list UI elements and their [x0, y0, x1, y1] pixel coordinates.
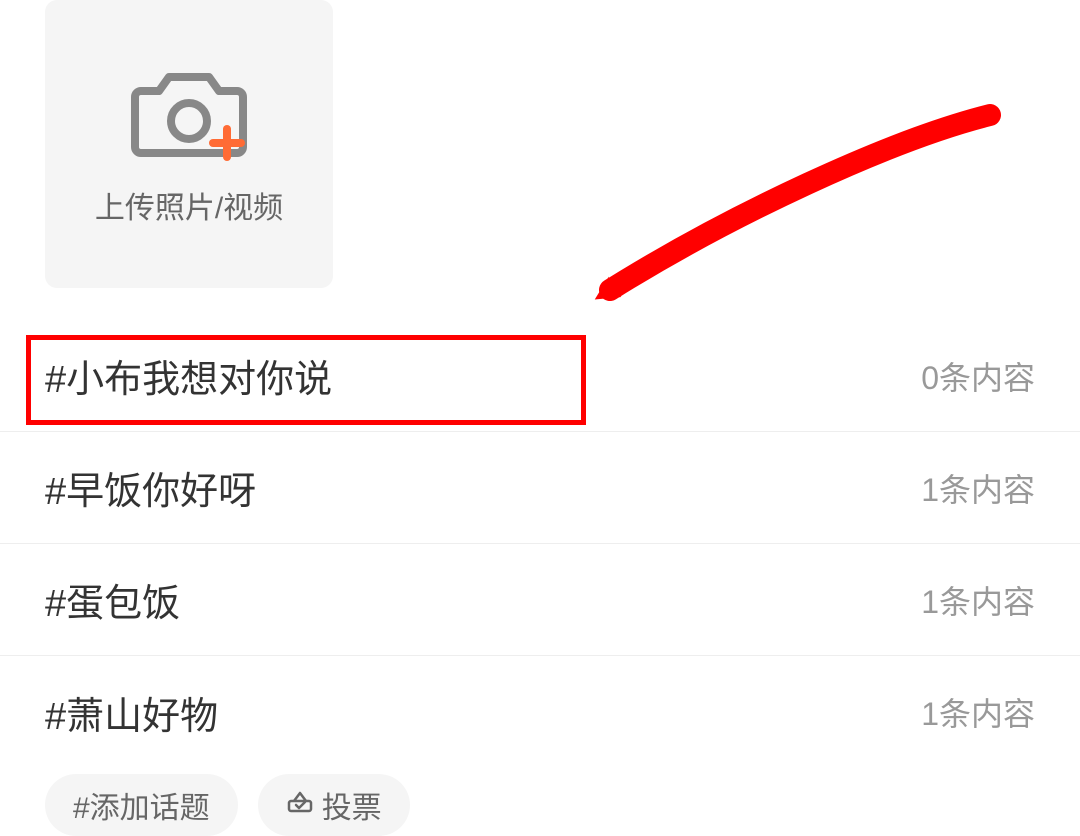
camera-plus-icon — [129, 61, 249, 161]
vote-icon — [286, 787, 314, 823]
topic-row[interactable]: #早饭你好呀 1条内容 — [0, 432, 1080, 544]
topic-row[interactable]: #小布我想对你说 0条内容 — [0, 320, 1080, 432]
topic-count: 1条内容 — [921, 465, 1035, 511]
vote-chip-label: 投票 — [322, 783, 382, 827]
vote-chip[interactable]: 投票 — [258, 774, 410, 836]
topic-count: 0条内容 — [921, 353, 1035, 399]
topic-row[interactable]: #蛋包饭 1条内容 — [0, 544, 1080, 656]
topic-suggestion-list: #小布我想对你说 0条内容 #早饭你好呀 1条内容 #蛋包饭 1条内容 #萧山好… — [0, 320, 1080, 768]
add-topic-chip[interactable]: #添加话题 — [45, 774, 238, 836]
topic-title: #蛋包饭 — [45, 572, 180, 627]
upload-photo-video-button[interactable]: 上传照片/视频 — [45, 0, 333, 288]
action-chips-row: #添加话题 投票 — [45, 774, 410, 836]
topic-title: #小布我想对你说 — [45, 348, 332, 403]
topic-title: #早饭你好呀 — [45, 460, 256, 515]
upload-label: 上传照片/视频 — [95, 183, 283, 227]
topic-count: 1条内容 — [921, 577, 1035, 623]
add-topic-chip-label: #添加话题 — [73, 783, 210, 827]
topic-count: 1条内容 — [921, 689, 1035, 735]
topic-row[interactable]: #萧山好物 1条内容 — [0, 656, 1080, 768]
annotation-arrow-icon — [530, 80, 1030, 340]
topic-title: #萧山好物 — [45, 685, 218, 740]
